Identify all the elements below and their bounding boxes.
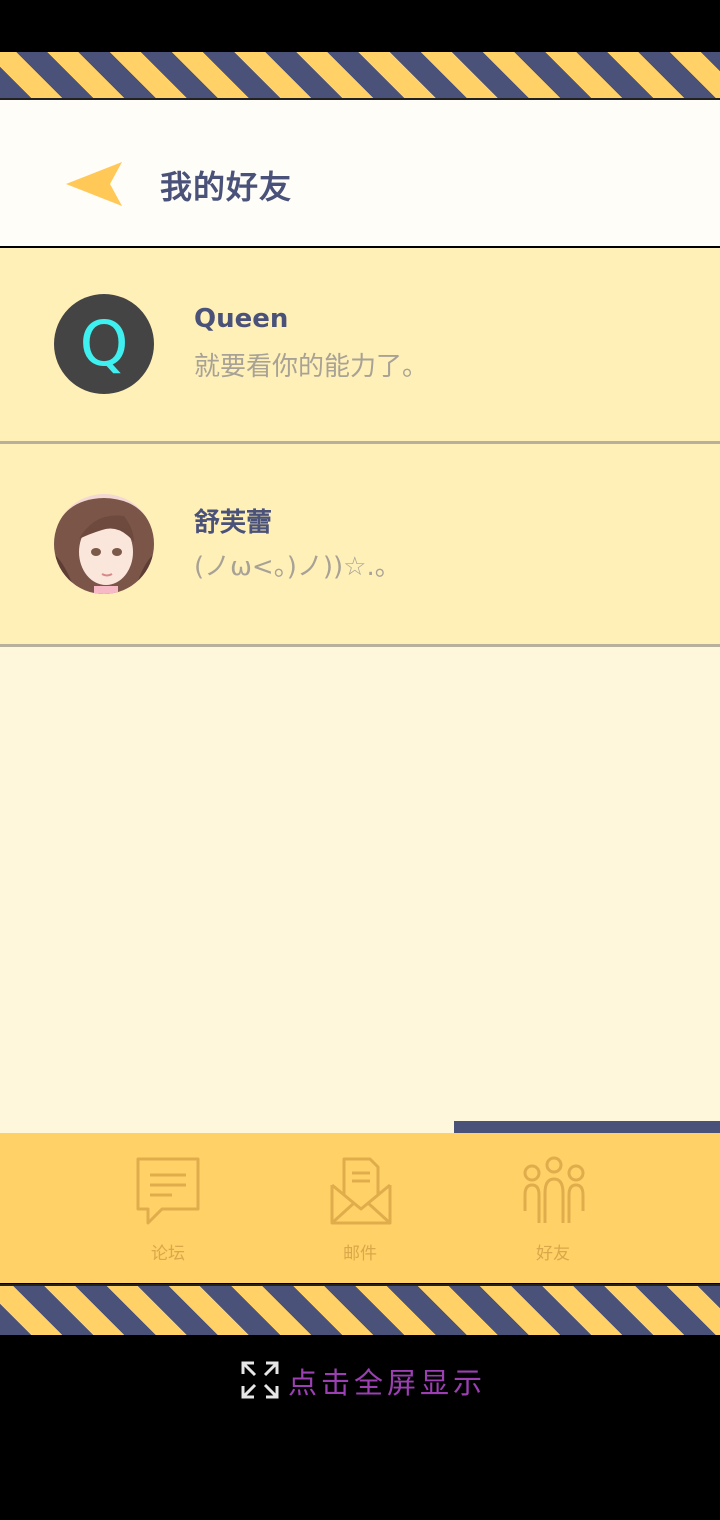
tab-mail[interactable]: 邮件	[280, 1133, 440, 1283]
back-button[interactable]	[64, 160, 128, 208]
avatar	[54, 494, 154, 594]
bottom-hazard-stripe	[0, 1284, 720, 1335]
friend-row[interactable]: 舒芙蕾 (ノω<。)ノ))☆.。	[0, 444, 720, 647]
friend-row[interactable]: Q Queen 就要看你的能力了。	[0, 248, 720, 444]
expand-icon	[241, 1361, 279, 1399]
friend-message: (ノω<。)ノ))☆.。	[194, 552, 401, 582]
tab-label: 邮件	[343, 1244, 377, 1264]
tab-label: 论坛	[151, 1244, 185, 1264]
mail-icon	[330, 1157, 392, 1225]
friend-name: 舒芙蕾	[194, 508, 273, 538]
avatar: Q	[54, 294, 154, 394]
friend-name: Queen	[194, 304, 289, 334]
tab-label: 好友	[536, 1244, 570, 1264]
page-title: 我的好友	[160, 168, 293, 206]
friends-icon	[523, 1156, 585, 1223]
tab-forum[interactable]: 论坛	[88, 1133, 248, 1283]
fullscreen-label: 点击全屏显示	[288, 1366, 487, 1400]
top-hazard-stripe	[0, 52, 720, 100]
tab-friends[interactable]: 好友	[473, 1133, 633, 1283]
girl-portrait-icon	[54, 494, 154, 594]
back-arrow-icon	[66, 162, 122, 206]
active-tab-indicator	[454, 1121, 720, 1133]
chat-icon	[136, 1157, 200, 1225]
friend-message: 就要看你的能力了。	[194, 352, 429, 382]
